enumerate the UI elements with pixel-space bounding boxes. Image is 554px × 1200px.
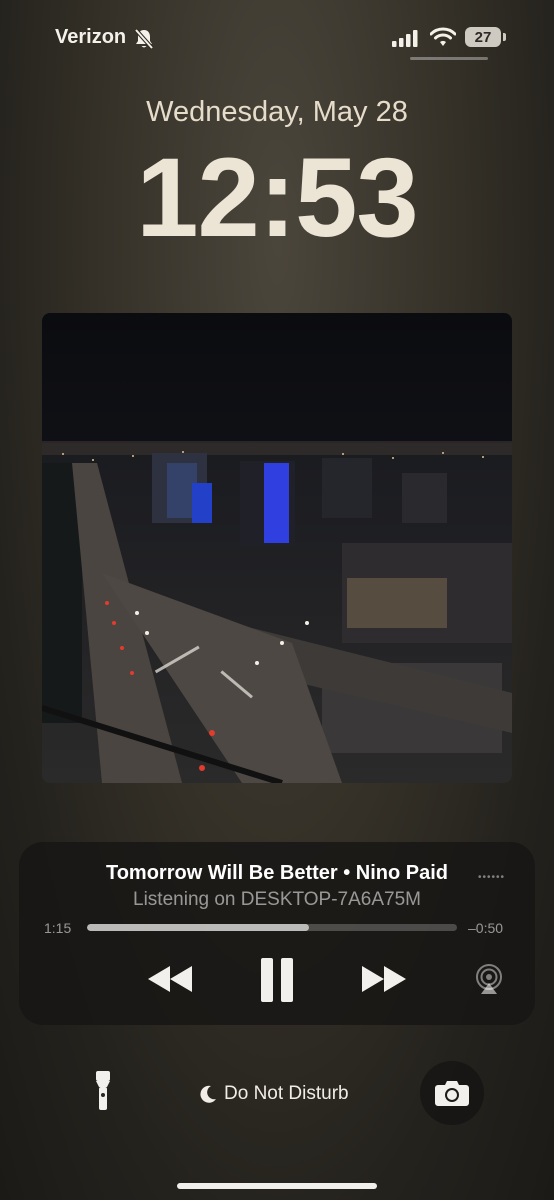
battery-level: 27 <box>474 28 492 46</box>
focus-status[interactable]: Do Not Disturb <box>198 1082 349 1106</box>
track-title[interactable]: Tomorrow Will Be Better • Nino Paid <box>0 862 554 885</box>
battery-body: 27 <box>465 27 501 47</box>
battery-indicator: 27 <box>465 27 507 49</box>
camera-button[interactable] <box>420 1061 484 1125</box>
more-options-icon[interactable]: •••••• <box>478 872 505 883</box>
lock-screen-time: 12:53 <box>136 135 418 260</box>
remaining-time: –0:50 <box>468 920 504 936</box>
focus-label: Do Not Disturb <box>224 1083 349 1104</box>
control-center-grabber[interactable] <box>410 57 488 60</box>
lock-screen-date: Wednesday, May 28 <box>146 96 408 128</box>
playback-progress-fill <box>87 924 309 931</box>
moon-icon <box>200 1085 216 1103</box>
cellular-signal-icon <box>392 30 418 47</box>
pause-icon[interactable] <box>259 958 295 1002</box>
camera-icon <box>435 1081 469 1106</box>
home-indicator[interactable] <box>177 1183 377 1189</box>
flashlight-button[interactable] <box>72 1060 134 1122</box>
bell-slash-icon <box>134 28 154 50</box>
playback-scrubber[interactable] <box>87 924 457 931</box>
carrier-label: Verizon <box>55 26 127 48</box>
battery-tip <box>503 33 506 41</box>
output-device-label: Listening on DESKTOP-7A6A75M <box>133 889 421 910</box>
fast-forward-icon[interactable] <box>360 964 408 994</box>
wifi-icon <box>430 27 456 46</box>
rewind-icon[interactable] <box>146 964 194 994</box>
airplay-icon[interactable] <box>474 963 504 995</box>
flashlight-icon <box>96 1071 110 1110</box>
elapsed-time: 1:15 <box>44 920 72 936</box>
album-artwork[interactable] <box>42 313 512 783</box>
